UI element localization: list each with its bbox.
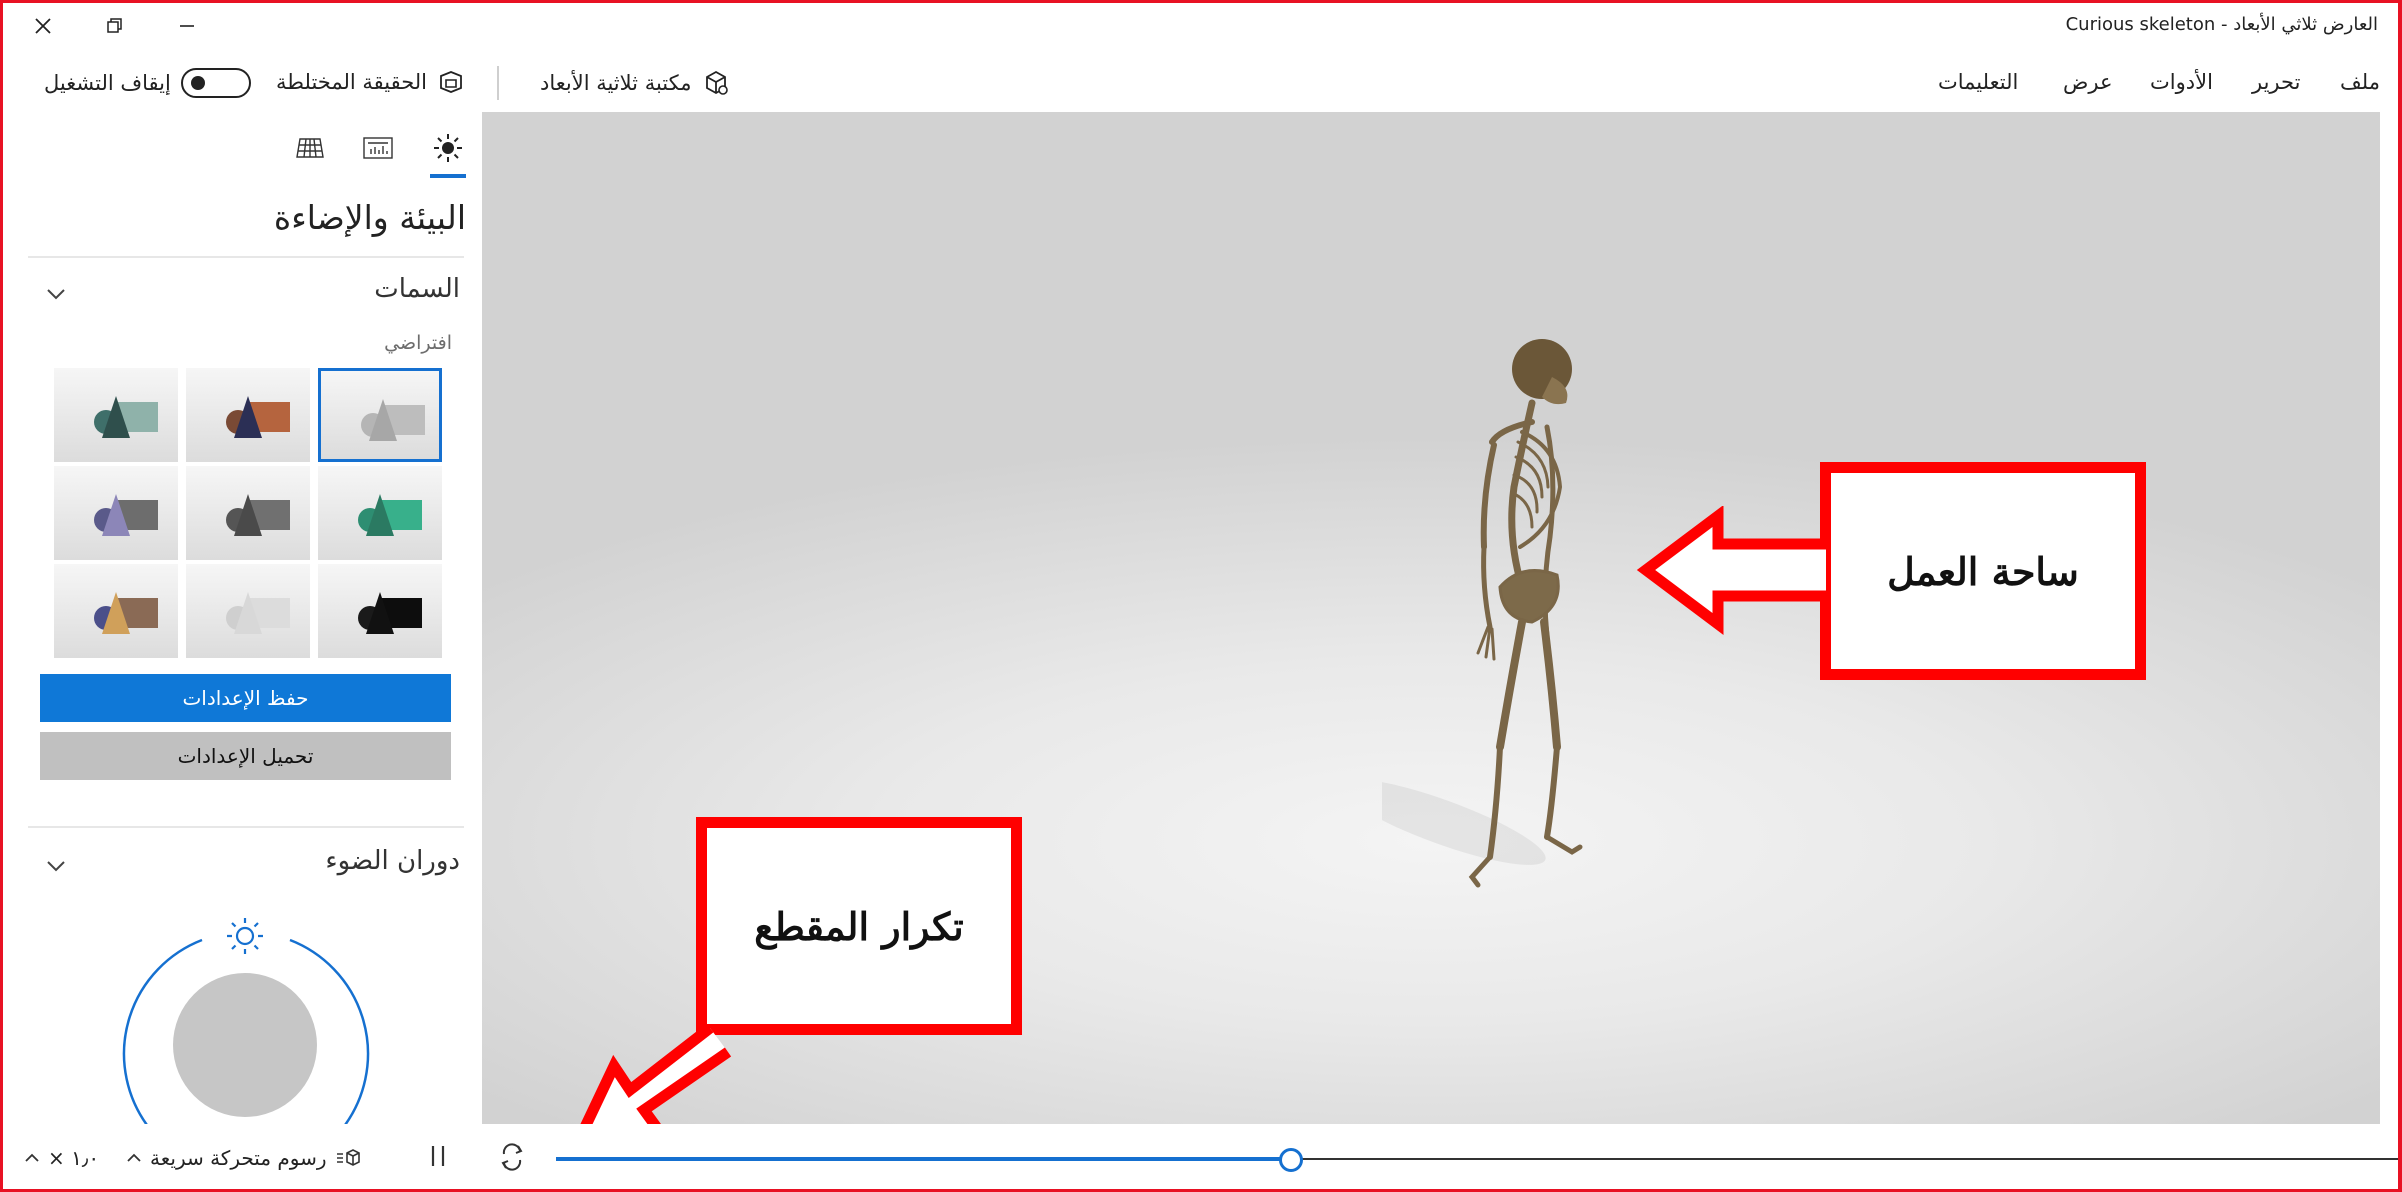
theme-preview-icon (94, 396, 158, 438)
tab-stats[interactable] (358, 128, 398, 168)
timeline-progress (556, 1157, 1291, 1161)
toggle-knob (190, 76, 205, 90)
workspace-arrow (1636, 506, 1826, 635)
menu-view[interactable]: عرض (2063, 70, 2113, 94)
mixed-reality-button[interactable]: الحقيقة المختلطة (276, 68, 465, 96)
theme-preview-icon (94, 592, 158, 634)
animation-selector[interactable]: رسوم متحركة سريعة (126, 1146, 363, 1170)
active-tab-indicator (430, 174, 466, 178)
theme-preview-icon (94, 494, 158, 536)
theme-thumbnail[interactable] (318, 466, 442, 560)
menu-file[interactable]: ملف (2340, 70, 2380, 94)
light-rotation-title: دوران الضوء (325, 846, 460, 876)
restore-icon (107, 18, 122, 33)
light-sun-icon[interactable] (227, 918, 263, 954)
repeat-button[interactable] (496, 1142, 528, 1172)
divider (28, 256, 464, 258)
tab-grid[interactable] (290, 128, 330, 168)
timeline-thumb[interactable] (1279, 1148, 1303, 1172)
workspace-callout: ساحة العمل (1820, 462, 2146, 680)
speed-selector[interactable]: × ١٫٠ (24, 1146, 99, 1170)
theme-preview-icon (358, 592, 422, 634)
theme-preview-icon (361, 399, 425, 441)
stats-icon (363, 137, 393, 159)
skeleton-shadow (1382, 779, 1546, 865)
title-bar: Curious skeleton - العارض ثلاثي الأبعاد (0, 0, 2402, 52)
repeat-clip-callout: تكرار المقطع (696, 817, 1022, 1035)
divider (28, 826, 464, 828)
minimize-icon (180, 25, 194, 27)
theme-thumbnail[interactable] (54, 564, 178, 658)
theme-thumbnail[interactable] (318, 368, 442, 462)
light-sphere (173, 973, 317, 1117)
chevron-up-icon (127, 1153, 141, 1162)
mixed-reality-icon (440, 71, 462, 93)
tab-lighting[interactable] (428, 128, 468, 168)
chevron-down-icon[interactable] (44, 282, 68, 306)
pause-button[interactable] (428, 1142, 448, 1170)
theme-thumbnail[interactable] (186, 368, 310, 462)
menu-help[interactable]: التعليمات (1938, 70, 2018, 94)
playback-toggle[interactable] (180, 68, 251, 98)
theme-thumbnail[interactable] (54, 466, 178, 560)
animation-icon (336, 1149, 360, 1166)
restore-button[interactable] (82, 0, 148, 52)
theme-thumbnail[interactable] (186, 466, 310, 560)
skeleton-model[interactable] (1382, 337, 1642, 997)
theme-thumbnail[interactable] (318, 564, 442, 658)
3d-library-icon (706, 70, 729, 95)
menu-edit[interactable]: تحرير (2252, 70, 2300, 94)
theme-preview-icon (226, 494, 290, 536)
theme-thumbnail[interactable] (54, 368, 178, 462)
theme-thumbnail[interactable] (186, 564, 310, 658)
default-theme-label: افتراضي (384, 332, 452, 354)
3d-library-button[interactable]: مكتبة ثلاثية الأبعاد (540, 68, 731, 98)
theme-preview-icon (226, 396, 290, 438)
mixed-reality-label: الحقيقة المختلطة (276, 70, 428, 94)
playback-bar: × ١٫٠ رسوم متحركة سريعة (0, 1124, 2402, 1192)
animation-label: رسوم متحركة سريعة (150, 1146, 327, 1170)
light-rotation-dial[interactable] (110, 902, 380, 1124)
save-settings-button[interactable]: حفظ الإعدادات (40, 674, 451, 722)
chevron-up-icon (25, 1153, 39, 1162)
themes-section-title: السمات (374, 274, 460, 304)
grid-icon (296, 138, 324, 158)
panel-title: البيئة والإضاءة (273, 198, 466, 237)
close-button[interactable] (10, 0, 76, 52)
chevron-down-icon[interactable] (44, 854, 68, 878)
repeat-icon (501, 1143, 523, 1171)
pause-icon (431, 1146, 445, 1166)
environment-panel: البيئة والإضاءة السمات افتراضي حفظ الإعد… (0, 112, 482, 1124)
theme-preview-icon (358, 494, 422, 536)
speed-label: × ١٫٠ (48, 1146, 100, 1170)
window-title: Curious skeleton - العارض ثلاثي الأبعاد (2065, 14, 2378, 35)
command-bar: إيقاف التشغيل الحقيقة المختلطة مكتبة ثلا… (0, 52, 2402, 112)
stop-playback-control[interactable]: إيقاف التشغيل (44, 68, 251, 98)
toolbar-divider (497, 66, 499, 100)
sun-icon (434, 134, 462, 162)
3d-library-label: مكتبة ثلاثية الأبعاد (540, 71, 692, 95)
close-icon (35, 18, 51, 34)
minimize-button[interactable] (154, 0, 220, 52)
stop-playback-label: إيقاف التشغيل (44, 71, 171, 95)
menu-tools[interactable]: الأدوات (2150, 70, 2213, 94)
theme-preview-icon (226, 592, 290, 634)
load-settings-button[interactable]: تحميل الإعدادات (40, 732, 451, 780)
